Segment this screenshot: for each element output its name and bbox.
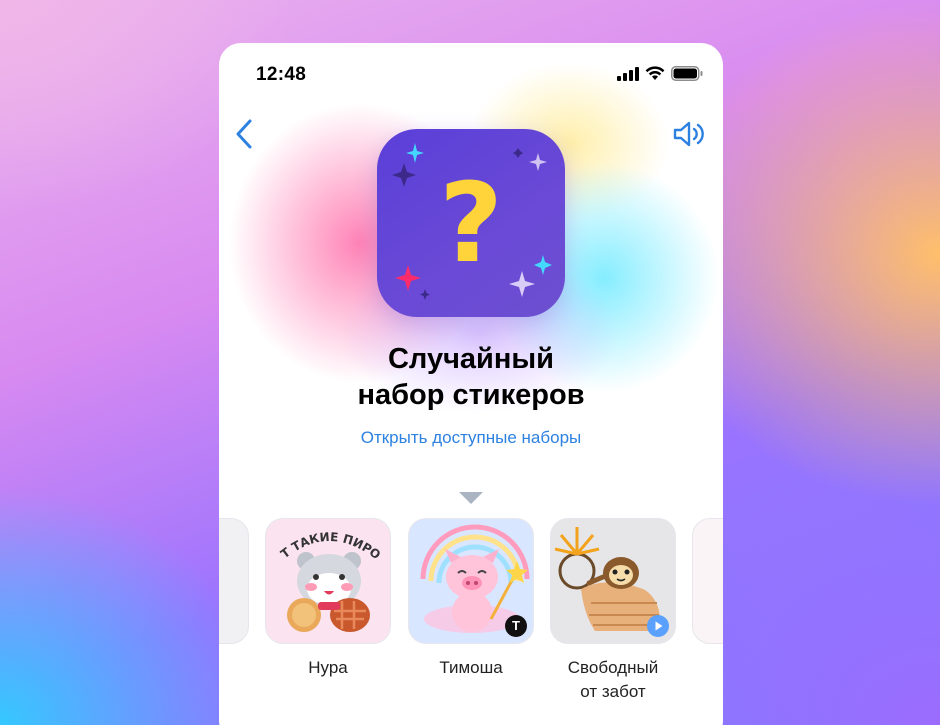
hamster-sticker-image: ВОТ ТАКИЕ ПИРОГИ <box>266 519 383 632</box>
open-available-packs-link[interactable]: Открыть доступные наборы <box>219 428 723 448</box>
pack-badge: Т <box>505 615 527 637</box>
play-badge <box>647 615 669 637</box>
chevron-left-icon <box>236 119 252 149</box>
play-icon <box>655 621 663 631</box>
sticker-pack-name-line: Свободный <box>567 658 659 677</box>
sparkles-icon: ? <box>392 143 552 300</box>
status-icons <box>617 66 703 81</box>
phone-screen: 12:48 ? Случайный набор стикеров Открыть… <box>219 43 723 725</box>
status-time: 12:48 <box>256 64 307 85</box>
sticker-pack-tile[interactable] <box>219 518 249 644</box>
title-line: Случайный <box>387 343 554 375</box>
back-button[interactable] <box>231 118 257 150</box>
speaker-icon <box>673 121 704 147</box>
status-bar: 12:48 <box>219 43 723 103</box>
sound-button[interactable] <box>671 119 707 149</box>
random-pack-icon: ? <box>377 129 565 317</box>
sticker-pack-carousel[interactable]: ВОТ ТАКИЕ ПИРОГИ <box>219 518 723 718</box>
question-mark-icon: ? <box>439 159 503 287</box>
page-title: Случайный набор стикеров <box>219 341 723 413</box>
sticker-pack-tile[interactable] <box>550 518 676 644</box>
sticker-pack-tile[interactable]: ВОТ ТАКИЕ ПИРОГИ <box>265 518 391 644</box>
chevron-down-icon <box>459 492 483 504</box>
sticker-pack-name-line: от забот <box>580 682 646 701</box>
sticker-pack-name: Нура <box>308 658 348 677</box>
sticker-pack-tile[interactable] <box>692 518 723 644</box>
sticker-pack-tile[interactable]: Т <box>408 518 534 644</box>
wifi-icon <box>645 66 665 80</box>
sticker-pack-name: Свободный от забот <box>543 656 683 704</box>
battery-icon <box>671 66 703 81</box>
sticker-pack-name: Тимоша <box>439 658 503 677</box>
signal-icon <box>617 66 639 81</box>
title-line: набор стикеров <box>357 379 585 411</box>
